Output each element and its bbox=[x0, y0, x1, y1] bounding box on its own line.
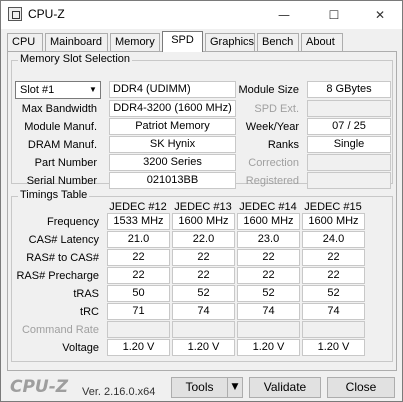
serial-number-field: 021013BB bbox=[109, 172, 236, 189]
memory-slot-group-title: Memory Slot Selection bbox=[18, 53, 133, 65]
ras-to-cas-label: RAS# to CAS# bbox=[26, 252, 99, 264]
timing-cell: 1533 MHz bbox=[107, 213, 170, 230]
timing-cell: 1600 MHz bbox=[172, 213, 235, 230]
close-button[interactable]: Close bbox=[327, 377, 395, 398]
max-bandwidth-label: Max Bandwidth bbox=[21, 103, 97, 115]
tab-about[interactable]: About bbox=[301, 33, 343, 51]
trc-label: tRC bbox=[80, 306, 99, 318]
timing-cell bbox=[302, 321, 365, 338]
timing-cell bbox=[107, 321, 170, 338]
title-bar: CPU-Z — ☐ ✕ bbox=[1, 1, 402, 29]
timing-cell: 74 bbox=[302, 303, 365, 320]
tab-cpu[interactable]: CPU bbox=[7, 33, 43, 51]
module-size-field: 8 GBytes bbox=[307, 81, 391, 98]
app-icon bbox=[8, 7, 22, 21]
week-year-label: Week/Year bbox=[245, 121, 299, 133]
module-manuf-field: Patriot Memory bbox=[109, 118, 236, 135]
timing-cell: 52 bbox=[237, 285, 300, 302]
timing-cell: 74 bbox=[237, 303, 300, 320]
max-bandwidth-field: DDR4-3200 (1600 MHz) bbox=[109, 100, 236, 117]
slot-select[interactable]: Slot #1 ▼ bbox=[15, 81, 101, 99]
ranks-field: Single bbox=[307, 136, 391, 153]
timing-cell: 50 bbox=[107, 285, 170, 302]
voltage-label: Voltage bbox=[62, 342, 99, 354]
timing-cell: 22 bbox=[107, 249, 170, 266]
version-label: Ver. 2.16.0.x64 bbox=[82, 386, 156, 398]
part-number-field: 3200 Series bbox=[109, 154, 236, 171]
spd-ext-field bbox=[307, 100, 391, 117]
week-year-field: 07 / 25 bbox=[307, 118, 391, 135]
timing-cell bbox=[237, 321, 300, 338]
tab-spd[interactable]: SPD bbox=[162, 31, 203, 52]
spd-ext-label: SPD Ext. bbox=[254, 103, 299, 115]
timing-cell: 1.20 V bbox=[237, 339, 300, 356]
timing-cell: 1.20 V bbox=[107, 339, 170, 356]
tab-graphics[interactable]: Graphics bbox=[205, 33, 255, 51]
timing-cell: 52 bbox=[302, 285, 365, 302]
timing-cell: 22 bbox=[302, 267, 365, 284]
timing-cell: 52 bbox=[172, 285, 235, 302]
timing-cell: 22 bbox=[237, 249, 300, 266]
close-window-button[interactable]: ✕ bbox=[363, 1, 397, 29]
timing-cell: 1600 MHz bbox=[237, 213, 300, 230]
timing-cell: 71 bbox=[107, 303, 170, 320]
timing-cell: 21.0 bbox=[107, 231, 170, 248]
timing-cell: 22 bbox=[172, 249, 235, 266]
window-title: CPU-Z bbox=[28, 7, 65, 21]
dram-manuf-label: DRAM Manuf. bbox=[27, 139, 97, 151]
module-manuf-label: Module Manuf. bbox=[24, 121, 97, 133]
dram-manuf-field: SK Hynix bbox=[109, 136, 236, 153]
slot-select-value: Slot #1 bbox=[20, 84, 55, 96]
correction-field bbox=[307, 154, 391, 171]
timing-cell: 1600 MHz bbox=[302, 213, 365, 230]
cpuz-logo: CPU-Z bbox=[10, 377, 69, 397]
chevron-down-icon: ▼ bbox=[89, 85, 97, 94]
registered-label: Registered bbox=[245, 175, 299, 187]
validate-button[interactable]: Validate bbox=[249, 377, 321, 398]
tools-dropdown-button[interactable]: ▼ bbox=[227, 377, 243, 398]
timing-cell: 22 bbox=[172, 267, 235, 284]
frequency-label: Frequency bbox=[47, 216, 99, 228]
timings-group-title: Timings Table bbox=[18, 189, 90, 201]
command-rate-label: Command Rate bbox=[21, 324, 99, 336]
timing-cell: 74 bbox=[172, 303, 235, 320]
tools-button[interactable]: Tools bbox=[171, 377, 228, 398]
tab-mainboard[interactable]: Mainboard bbox=[45, 33, 108, 51]
timing-cell: 24.0 bbox=[302, 231, 365, 248]
module-size-label: Module Size bbox=[238, 84, 299, 96]
timing-cell: 23.0 bbox=[237, 231, 300, 248]
ras-precharge-label: RAS# Precharge bbox=[16, 270, 99, 282]
part-number-label: Part Number bbox=[34, 157, 97, 169]
cas-latency-label: CAS# Latency bbox=[28, 234, 99, 246]
serial-number-label: Serial Number bbox=[26, 175, 97, 187]
timing-cell: 1.20 V bbox=[172, 339, 235, 356]
registered-field bbox=[307, 172, 391, 189]
timing-cell: 22 bbox=[302, 249, 365, 266]
maximize-button[interactable]: ☐ bbox=[317, 1, 351, 29]
minimize-button[interactable]: — bbox=[267, 1, 301, 29]
tab-bench[interactable]: Bench bbox=[257, 33, 299, 51]
tab-memory[interactable]: Memory bbox=[110, 33, 160, 51]
chevron-down-icon: ▼ bbox=[231, 382, 239, 392]
timing-cell: 1.20 V bbox=[302, 339, 365, 356]
timing-cell: 22.0 bbox=[172, 231, 235, 248]
timing-cell: 22 bbox=[237, 267, 300, 284]
correction-label: Correction bbox=[248, 157, 299, 169]
cpuz-window: CPU-Z — ☐ ✕ CPU Mainboard Memory SPD Gra… bbox=[0, 0, 403, 402]
timing-cell bbox=[172, 321, 235, 338]
timing-cell: 22 bbox=[107, 267, 170, 284]
memory-type-field: DDR4 (UDIMM) bbox=[109, 81, 236, 98]
ranks-label: Ranks bbox=[267, 139, 299, 151]
tras-label: tRAS bbox=[73, 288, 99, 300]
